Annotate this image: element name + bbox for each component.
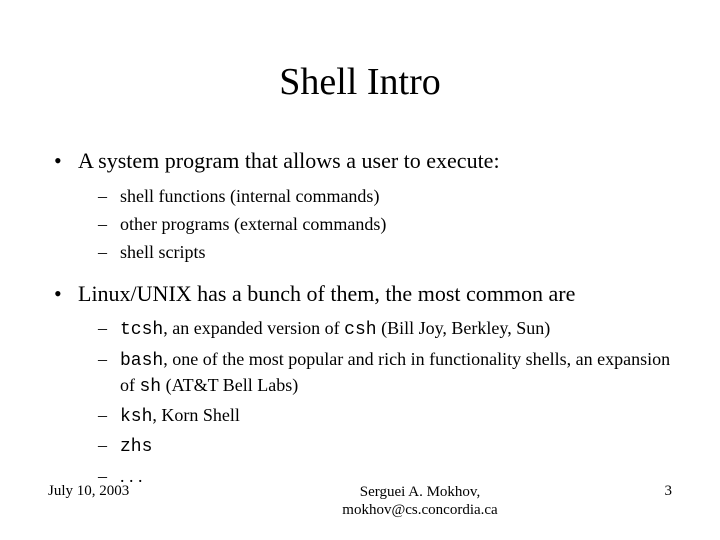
bullet-list: A system program that allows a user to e… [48, 146, 672, 488]
slide-footer: July 10, 2003 Serguei A. Mokhov, mokhov@… [0, 483, 720, 521]
footer-date: July 10, 2003 [48, 483, 228, 500]
sub-item: other programs (external commands) [78, 212, 672, 236]
sub-text: other programs (external commands) [120, 214, 386, 234]
code-text: sh [140, 377, 162, 397]
footer-author-line: mokhov@cs.concordia.ca [342, 502, 497, 518]
bullet-item: A system program that allows a user to e… [48, 146, 672, 265]
sub-item: tcsh, an expanded version of csh (Bill J… [78, 316, 672, 342]
slide: Shell Intro A system program that allows… [0, 0, 720, 540]
sub-item: bash, one of the most popular and rich i… [78, 347, 672, 400]
sub-list: tcsh, an expanded version of csh (Bill J… [78, 316, 672, 488]
footer-author: Serguei A. Mokhov, mokhov@cs.concordia.c… [228, 483, 612, 521]
sub-text: , Korn Shell [152, 405, 240, 425]
sub-text: shell functions (internal commands) [120, 186, 379, 206]
sub-text: shell scripts [120, 242, 206, 262]
code-text: tcsh [120, 320, 163, 340]
footer-page-number: 3 [612, 483, 672, 500]
sub-item: shell functions (internal commands) [78, 184, 672, 208]
bullet-text: Linux/UNIX has a bunch of them, the most… [78, 281, 575, 306]
code-text: ksh [120, 407, 152, 427]
slide-title: Shell Intro [48, 60, 672, 104]
sub-item: shell scripts [78, 240, 672, 264]
code-text: zhs [120, 437, 152, 457]
code-text: bash [120, 351, 163, 371]
sub-text: (AT&T Bell Labs) [161, 375, 298, 395]
code-text: csh [344, 320, 376, 340]
sub-text: , an expanded version of [163, 318, 344, 338]
bullet-item: Linux/UNIX has a bunch of them, the most… [48, 279, 672, 488]
sub-item: zhs [78, 433, 672, 459]
sub-text: (Bill Joy, Berkley, Sun) [377, 318, 551, 338]
bullet-text: A system program that allows a user to e… [78, 148, 500, 173]
sub-list: shell functions (internal commands) othe… [78, 184, 672, 265]
footer-author-line: Serguei A. Mokhov, [360, 484, 480, 500]
sub-item: ksh, Korn Shell [78, 403, 672, 429]
